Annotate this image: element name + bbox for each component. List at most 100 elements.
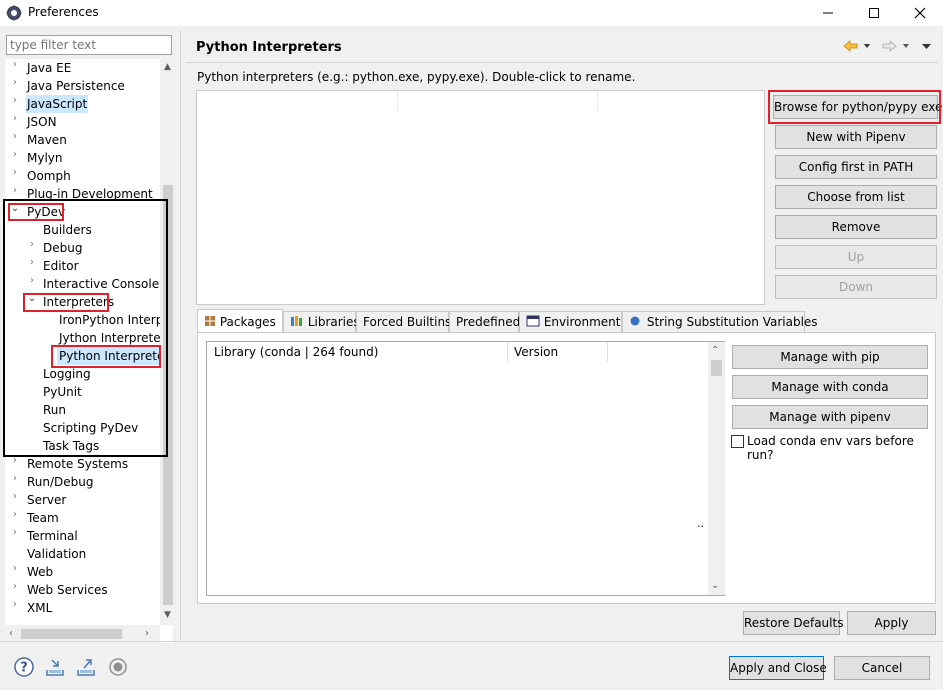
tab-environment[interactable]: Environment xyxy=(519,311,622,333)
tree-item-server[interactable]: Server xyxy=(27,491,66,509)
forward-arrow-icon xyxy=(882,40,909,52)
title-separator xyxy=(186,62,938,63)
choose-from-list-button[interactable]: Choose from list xyxy=(775,185,937,209)
packages-table[interactable]: Library (conda | 264 found) Version .. ⌃… xyxy=(206,341,725,596)
apply-and-close-button[interactable]: Apply and Close xyxy=(729,656,827,680)
svg-text:?: ? xyxy=(20,661,28,676)
expand-chevron-icon[interactable]: › xyxy=(10,473,20,491)
manage-with-conda-button[interactable]: Manage with conda xyxy=(732,375,928,399)
forward-button[interactable] xyxy=(881,38,911,56)
tab-label: String Substitution Variables xyxy=(646,315,818,329)
expand-chevron-icon[interactable]: › xyxy=(10,167,20,185)
packages-vertical-scrollbar[interactable]: ⌃ ⌄ xyxy=(708,342,725,595)
title-bar: Preferences xyxy=(0,0,943,26)
interpreters-description: Python interpreters (e.g.: python.exe, p… xyxy=(197,70,636,84)
tree-item-team[interactable]: Team xyxy=(27,509,59,527)
tab-label: Predefined xyxy=(456,315,521,329)
config-first-in-path-button[interactable]: Config first in PATH xyxy=(775,155,937,179)
help-icon[interactable]: ? xyxy=(13,656,35,678)
maximize-button[interactable] xyxy=(851,0,897,26)
close-window-button[interactable] xyxy=(897,0,943,26)
column-separator xyxy=(607,342,608,362)
tree-item-java-ee[interactable]: Java EE xyxy=(27,59,71,77)
expand-chevron-icon[interactable]: › xyxy=(10,149,20,167)
column-header-version[interactable]: Version xyxy=(514,345,558,359)
scroll-right-arrow-icon[interactable]: › xyxy=(145,628,149,639)
expand-chevron-icon[interactable]: › xyxy=(10,131,20,149)
tree-item-xml[interactable]: XML xyxy=(27,599,52,617)
back-button[interactable] xyxy=(842,38,872,56)
load-conda-env-checkbox[interactable] xyxy=(731,435,744,448)
variable-dot-icon xyxy=(630,316,640,326)
interpreters-table[interactable] xyxy=(196,90,765,305)
expand-chevron-icon[interactable]: › xyxy=(10,59,20,77)
tree-item-mylyn[interactable]: Mylyn xyxy=(27,149,63,167)
minimize-button[interactable] xyxy=(805,0,851,26)
environment-icon xyxy=(526,315,540,327)
tree-item-web-services[interactable]: Web Services xyxy=(27,581,108,599)
packages-panel: Library (conda | 264 found) Version .. ⌃… xyxy=(197,332,936,604)
record-icon[interactable] xyxy=(107,656,129,678)
tab-forced-builtins[interactable]: Forced Builtins xyxy=(356,311,451,333)
filter-input[interactable] xyxy=(6,35,172,55)
python-interpreter-red-highlight xyxy=(51,345,161,368)
new-with-pipenv-button[interactable]: New with Pipenv xyxy=(775,125,937,149)
tree-item-validation[interactable]: Validation xyxy=(27,545,86,563)
tree-item-json[interactable]: JSON xyxy=(27,113,57,131)
expand-chevron-icon[interactable]: › xyxy=(10,455,20,473)
tree-item-oomph[interactable]: Oomph xyxy=(27,167,71,185)
browse-red-highlight xyxy=(768,90,941,124)
tree-item-terminal[interactable]: Terminal xyxy=(27,527,78,545)
tree-item-javascript[interactable]: JavaScript xyxy=(26,95,89,113)
manage-with-pipenv-button[interactable]: Manage with pipenv xyxy=(732,405,928,429)
scroll-left-arrow-icon[interactable]: ‹ xyxy=(9,628,13,639)
restore-defaults-button[interactable]: Restore Defaults xyxy=(743,611,843,635)
tree-item-web[interactable]: Web xyxy=(27,563,53,581)
tree-item-remote-systems[interactable]: Remote Systems xyxy=(27,455,128,473)
scroll-down-arrow-icon[interactable]: ▼ xyxy=(164,610,171,620)
import-icon[interactable] xyxy=(44,656,66,678)
tab-libraries[interactable]: Libraries xyxy=(283,311,360,333)
tree-item-maven[interactable]: Maven xyxy=(27,131,67,149)
scroll-up-arrow-icon[interactable]: ▲ xyxy=(164,62,171,72)
expand-chevron-icon[interactable]: › xyxy=(10,599,20,617)
tree-hscroll-thumb[interactable] xyxy=(21,629,122,639)
down-button[interactable]: Down xyxy=(775,275,937,299)
manage-with-pip-button[interactable]: Manage with pip xyxy=(732,345,928,369)
view-menu-icon xyxy=(922,44,931,49)
pydev-highlight-box xyxy=(3,199,168,457)
expand-chevron-icon[interactable]: › xyxy=(10,491,20,509)
scroll-down-arrow-icon[interactable]: ⌄ xyxy=(711,580,719,591)
tree-item-run-debug[interactable]: Run/Debug xyxy=(27,473,94,491)
maximize-icon xyxy=(869,8,879,18)
up-button[interactable]: Up xyxy=(775,245,937,269)
tree-item-java-persistence[interactable]: Java Persistence xyxy=(27,77,125,95)
window-title: Preferences xyxy=(28,5,99,19)
expand-chevron-icon[interactable]: › xyxy=(10,563,20,581)
packages-scroll-thumb[interactable] xyxy=(711,360,722,376)
column-header-library[interactable]: Library (conda | 264 found) xyxy=(214,345,378,359)
tab-packages[interactable]: Packages xyxy=(197,309,283,332)
tab-label: Libraries xyxy=(307,315,360,329)
expand-chevron-icon[interactable]: › xyxy=(10,113,20,131)
apply-button[interactable]: Apply xyxy=(847,611,936,635)
tab-predefined[interactable]: Predefined xyxy=(449,311,521,333)
interpreters-red-highlight xyxy=(23,293,109,312)
expand-chevron-icon[interactable]: › xyxy=(10,509,20,527)
minimize-icon xyxy=(823,12,833,14)
tab-string-substitution[interactable]: String Substitution Variables xyxy=(622,311,818,333)
scroll-up-arrow-icon[interactable]: ⌃ xyxy=(711,345,719,356)
expand-chevron-icon[interactable]: › xyxy=(10,95,20,113)
library-icon xyxy=(291,316,302,326)
view-menu-button[interactable] xyxy=(921,38,933,56)
expand-chevron-icon[interactable]: › xyxy=(10,581,20,599)
package-icon xyxy=(205,316,215,326)
remove-button[interactable]: Remove xyxy=(775,215,937,239)
cancel-button[interactable]: Cancel xyxy=(834,656,930,680)
expand-chevron-icon[interactable]: › xyxy=(10,527,20,545)
pydev-red-highlight xyxy=(8,203,64,221)
export-icon[interactable] xyxy=(75,656,97,678)
panel-divider xyxy=(180,30,181,640)
expand-chevron-icon[interactable]: › xyxy=(10,77,20,95)
tab-label: Environment xyxy=(543,315,621,329)
